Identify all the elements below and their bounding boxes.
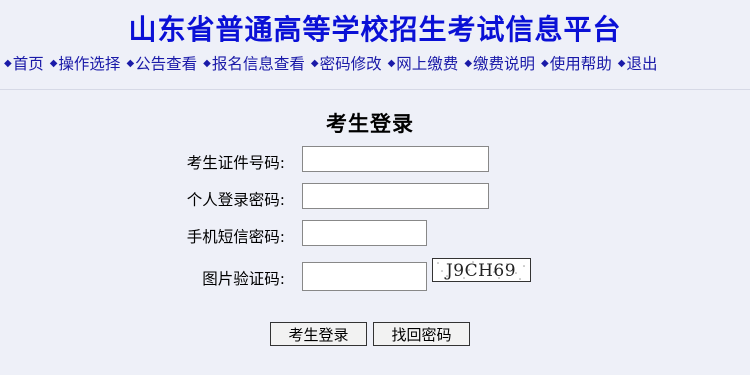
id-label: 考生证件号码: xyxy=(186,154,285,172)
captcha-text: J9CH69 xyxy=(444,261,516,281)
diamond-icon: ◆ xyxy=(617,57,626,69)
site-title: 山东省普通高等学校招生考试信息平台 xyxy=(128,13,622,46)
nav-item-registration-info[interactable]: ◆ 报名信息查看 xyxy=(203,52,305,74)
diamond-icon: ◆ xyxy=(541,57,549,69)
sms-row: 手机短信密码: xyxy=(0,220,750,252)
nav-item-announcements[interactable]: ◆ 公告查看 xyxy=(126,52,197,74)
nav-item-payment-info[interactable]: ◆ 缴费说明 xyxy=(464,52,535,74)
diamond-icon: ◆ xyxy=(4,57,12,69)
login-title: 考生登录 xyxy=(326,112,414,136)
id-number-input[interactable] xyxy=(302,146,489,172)
captcha-label: 图片验证码: xyxy=(202,270,285,288)
diamond-icon: ◆ xyxy=(310,57,319,69)
recover-password-button[interactable]: 找回密码 xyxy=(373,322,470,346)
nav-item-help[interactable]: ◆ 使用帮助 xyxy=(541,52,612,74)
nav-item-online-payment[interactable]: ◆ 网上缴费 xyxy=(388,52,459,74)
sms-code-input[interactable] xyxy=(302,220,427,246)
login-button[interactable]: 考生登录 xyxy=(270,322,367,346)
header-divider xyxy=(0,89,750,90)
diamond-icon: ◆ xyxy=(387,57,396,69)
password-input[interactable] xyxy=(302,183,489,209)
diamond-icon: ◆ xyxy=(464,57,473,69)
diamond-icon: ◆ xyxy=(203,57,211,69)
nav-item-change-password[interactable]: ◆ 密码修改 xyxy=(311,52,382,74)
nav-item-logout[interactable]: ◆ 退出 xyxy=(618,52,658,74)
sms-label: 手机短信密码: xyxy=(186,228,285,246)
captcha-row: 图片验证码: J9CH69 xyxy=(0,258,750,294)
diamond-icon: ◆ xyxy=(49,57,58,69)
id-row: 考生证件号码: xyxy=(0,146,750,178)
nav-item-home[interactable]: ◆ 首页 xyxy=(4,52,44,74)
nav-item-operation-select[interactable]: ◆ 操作选择 xyxy=(50,52,121,74)
password-row: 个人登录密码: xyxy=(0,183,750,215)
top-nav: ◆ 首页 ◆ 操作选择 ◆ 公告查看 ◆ 报名信息查看 ◆ 密码修改 ◆ 网上缴费 ◆ 缴费说… xyxy=(4,52,750,74)
password-label: 个人登录密码: xyxy=(186,191,285,209)
captcha-input[interactable] xyxy=(302,262,427,291)
captcha-image[interactable]: J9CH69 xyxy=(432,258,531,282)
diamond-icon: ◆ xyxy=(126,57,135,69)
